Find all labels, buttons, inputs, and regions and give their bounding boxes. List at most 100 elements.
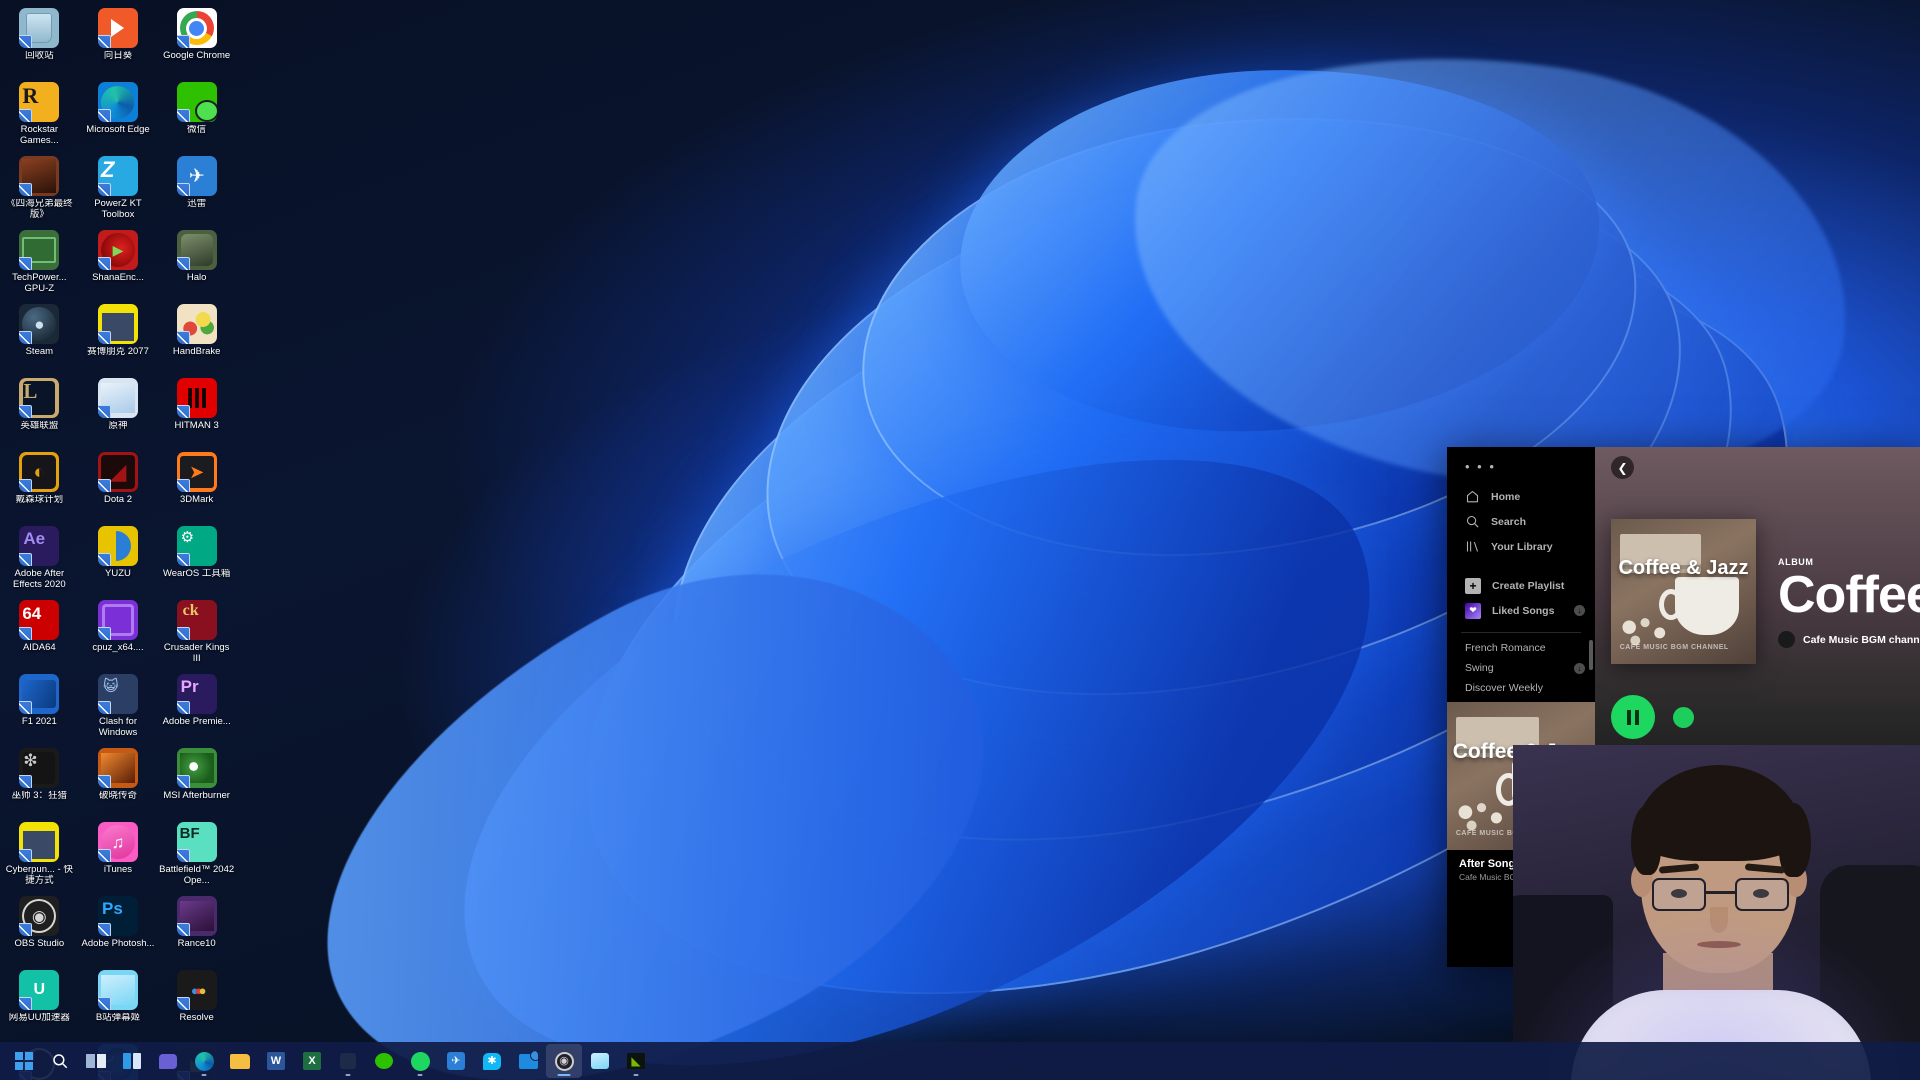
pause-button[interactable] bbox=[1611, 695, 1655, 739]
desktop-icon-label: 回收站 bbox=[25, 51, 54, 61]
playlist-scrollbar[interactable] bbox=[1589, 640, 1593, 670]
desktop-icon-label: Rance10 bbox=[177, 939, 216, 949]
desktop-icon-msi-afterburner[interactable]: MSI Afterburner bbox=[157, 744, 236, 818]
back-button[interactable]: ❮ bbox=[1611, 456, 1634, 479]
desktop-icon-obs-studio[interactable]: ◉ OBS Studio bbox=[0, 892, 79, 966]
desktop-icon-shanaencoder[interactable]: ▶ ShanaEnc... bbox=[79, 226, 158, 300]
desktop-icon-yuzu[interactable]: YUZU bbox=[79, 522, 158, 596]
create-playlist-label: Create Playlist bbox=[1492, 579, 1565, 592]
desktop-icon-adobe-after-effects[interactable]: Ae Adobe After Effects 2020 bbox=[0, 522, 79, 596]
desktop-icon-rance10[interactable]: Rance10 bbox=[157, 892, 236, 966]
desktop-icon-google-chrome[interactable]: Google Chrome bbox=[157, 4, 236, 78]
adobe-premiere-icon: Pr bbox=[176, 674, 217, 714]
desktop-icon-recycle-bin[interactable]: 回收站 bbox=[0, 4, 79, 78]
hitman-3-icon bbox=[176, 378, 217, 418]
desktop-icon-label: PowerZ KT Toolbox bbox=[94, 199, 142, 220]
desktop-icon-wechat[interactable]: 微信 bbox=[157, 78, 236, 152]
playlist-item[interactable]: Discover Weekly bbox=[1447, 678, 1595, 698]
desktop-icon-cyberpunk-shortcut[interactable]: Cyberpun... - 快捷方式 bbox=[0, 818, 79, 892]
desktop-icon-label: 《四海兄弟最终版》 bbox=[6, 199, 73, 220]
taskbar-item-widgets-button[interactable] bbox=[114, 1044, 150, 1078]
taskbar-running-indicator bbox=[345, 1073, 351, 1076]
desktop-icon-netease-uu[interactable]: U 网易UU加速器 bbox=[0, 966, 79, 1040]
desktop-icon-clash-for-windows[interactable]: 😺 Clash for Windows bbox=[79, 670, 158, 744]
desktop-icon-cyberpunk-2077[interactable]: 赛博朋克 2077 bbox=[79, 300, 158, 374]
rance10-icon bbox=[176, 896, 217, 936]
taskbar-item-start-button[interactable] bbox=[6, 1044, 42, 1078]
desktop-icon-crusader-kings-3[interactable]: ck Crusader Kings III bbox=[157, 596, 236, 670]
playlist-item[interactable]: Swing ↓ bbox=[1447, 658, 1595, 678]
sidebar-item-your-library[interactable]: Your Library bbox=[1447, 534, 1595, 559]
taskbar-item-spotify[interactable] bbox=[402, 1044, 438, 1078]
save-album-icon[interactable] bbox=[1673, 706, 1694, 728]
spotify-menu-dots[interactable]: • • • bbox=[1447, 447, 1595, 484]
desktop-icon-label: 巫师 3：狂猎 bbox=[11, 791, 68, 801]
taskbar-item-microsoft-excel[interactable]: X bbox=[294, 1044, 330, 1078]
taskbar-item-tim[interactable]: ✱ bbox=[474, 1044, 510, 1078]
taskbar-item-bilibili-danmaku[interactable] bbox=[582, 1044, 618, 1078]
desktop-icon-gpu-z[interactable]: TechPower... GPU-Z bbox=[0, 226, 79, 300]
desktop-icon-mafia-definitive[interactable]: 《四海兄弟最终版》 bbox=[0, 152, 79, 226]
sidebar-item-home[interactable]: Home bbox=[1447, 484, 1595, 509]
sidebar-item-search[interactable]: Search bbox=[1447, 509, 1595, 534]
desktop-icon-sunlogin[interactable]: 向日葵 bbox=[79, 4, 158, 78]
desktop-icon-thunder[interactable]: ✈ 迅雷 bbox=[157, 152, 236, 226]
taskbar-item-thunder[interactable]: ✈ bbox=[438, 1044, 474, 1078]
create-playlist-button[interactable]: + Create Playlist bbox=[1447, 573, 1595, 598]
desktop-icon-microsoft-edge[interactable]: Microsoft Edge bbox=[79, 78, 158, 152]
taskbar-item-microsoft-word[interactable]: W bbox=[258, 1044, 294, 1078]
desktop-icon-dota-2[interactable]: ◢ Dota 2 bbox=[79, 448, 158, 522]
excel-icon: X bbox=[302, 1051, 322, 1071]
desktop-icon-f1-2021[interactable]: F1 2021 bbox=[0, 670, 79, 744]
desktop-icon-genshin-impact[interactable]: 原神 bbox=[79, 374, 158, 448]
taskbar-item-dark-app[interactable] bbox=[330, 1044, 366, 1078]
taskbar-item-task-view-button[interactable] bbox=[78, 1044, 114, 1078]
liked-songs-button[interactable]: ❤ Liked Songs ↓ bbox=[1447, 598, 1595, 623]
taskbar-item-wechat[interactable] bbox=[366, 1044, 402, 1078]
3dmark-icon: ➤ bbox=[176, 452, 217, 492]
desktop-icon-hitman-3[interactable]: HITMAN 3 bbox=[157, 374, 236, 448]
taskbar-item-microsoft-edge[interactable] bbox=[186, 1044, 222, 1078]
playlist-list: French Romance Swing ↓ Discover Weekly B… bbox=[1447, 638, 1595, 702]
desktop-icon-cpu-z[interactable]: cpuz_x64.... bbox=[79, 596, 158, 670]
desktop-icon-wearos-toolbox[interactable]: ⚙ WearOS 工具箱 bbox=[157, 522, 236, 596]
desktop-icon-halo[interactable]: Halo bbox=[157, 226, 236, 300]
desktop-icon-label: Adobe Photosh... bbox=[81, 939, 155, 949]
desktop-icon-steam[interactable]: ● Steam bbox=[0, 300, 79, 374]
word-icon: W bbox=[266, 1051, 286, 1071]
taskbar-item-mail[interactable] bbox=[510, 1044, 546, 1078]
witcher-3-icon: ❇ bbox=[19, 748, 60, 788]
desktop-icon-aida64[interactable]: 64 AIDA64 bbox=[0, 596, 79, 670]
nvidia-icon: ◣ bbox=[626, 1051, 646, 1071]
desktop-icon-3dmark[interactable]: ➤ 3DMark bbox=[157, 448, 236, 522]
desktop-icon-bilibili-danmaku[interactable]: B站弹幕姬 bbox=[79, 966, 158, 1040]
desktop-icon-powerz-kt[interactable]: Z PowerZ KT Toolbox bbox=[79, 152, 158, 226]
desktop-icon-dyson-sphere[interactable]: ◐ 戴森球计划 bbox=[0, 448, 79, 522]
playlist-label: Discover Weekly bbox=[1465, 682, 1543, 694]
album-byline: Cafe Music BGM channel - bbox=[1778, 631, 1920, 648]
playlist-item[interactable]: French Romance bbox=[1447, 638, 1595, 658]
desktop-icon-league-of-legends[interactable]: L 英雄联盟 bbox=[0, 374, 79, 448]
taskbar-item-search-button[interactable] bbox=[42, 1044, 78, 1078]
desktop-icon-handbrake[interactable]: HandBrake bbox=[157, 300, 236, 374]
taskbar-item-nvidia-broadcast[interactable]: ◣ bbox=[618, 1044, 654, 1078]
cover-subtitle: CAFE MUSIC BGM CHANNEL bbox=[1619, 644, 1729, 652]
taskbar-item-teams-chat-button[interactable] bbox=[150, 1044, 186, 1078]
taskbar-item-obs-studio[interactable]: ◉ bbox=[546, 1044, 582, 1078]
desktop-icon-rockstar-games[interactable]: R Rockstar Games... bbox=[0, 78, 79, 152]
desktop-icon-witcher-3[interactable]: ❇ 巫师 3：狂猎 bbox=[0, 744, 79, 818]
desktop-icon-adobe-photoshop[interactable]: Ps Adobe Photosh... bbox=[79, 892, 158, 966]
taskbar-item-file-explorer[interactable] bbox=[222, 1044, 258, 1078]
desktop-icon-adobe-premiere[interactable]: Pr Adobe Premie... bbox=[157, 670, 236, 744]
desktop-icon-label: YUZU bbox=[105, 569, 131, 579]
dyson-sphere-icon: ◐ bbox=[19, 452, 60, 492]
search-icon bbox=[50, 1051, 70, 1071]
desktop-icon-tales-of-arise[interactable]: 破晓传奇 bbox=[79, 744, 158, 818]
desktop-icon-davinci-resolve[interactable]: ● ● ● Resolve bbox=[157, 966, 236, 1040]
desktop-icon-battlefield-2042[interactable]: BF Battlefield™ 2042 Ope... bbox=[157, 818, 236, 892]
chevron-left-icon: ❮ bbox=[1617, 460, 1628, 475]
mail-icon bbox=[518, 1051, 538, 1071]
davinci-resolve-icon: ● ● ● bbox=[176, 970, 217, 1010]
desktop-icon-itunes[interactable]: ♫ iTunes bbox=[79, 818, 158, 892]
desktop-icon-label: 向日葵 bbox=[103, 51, 133, 61]
